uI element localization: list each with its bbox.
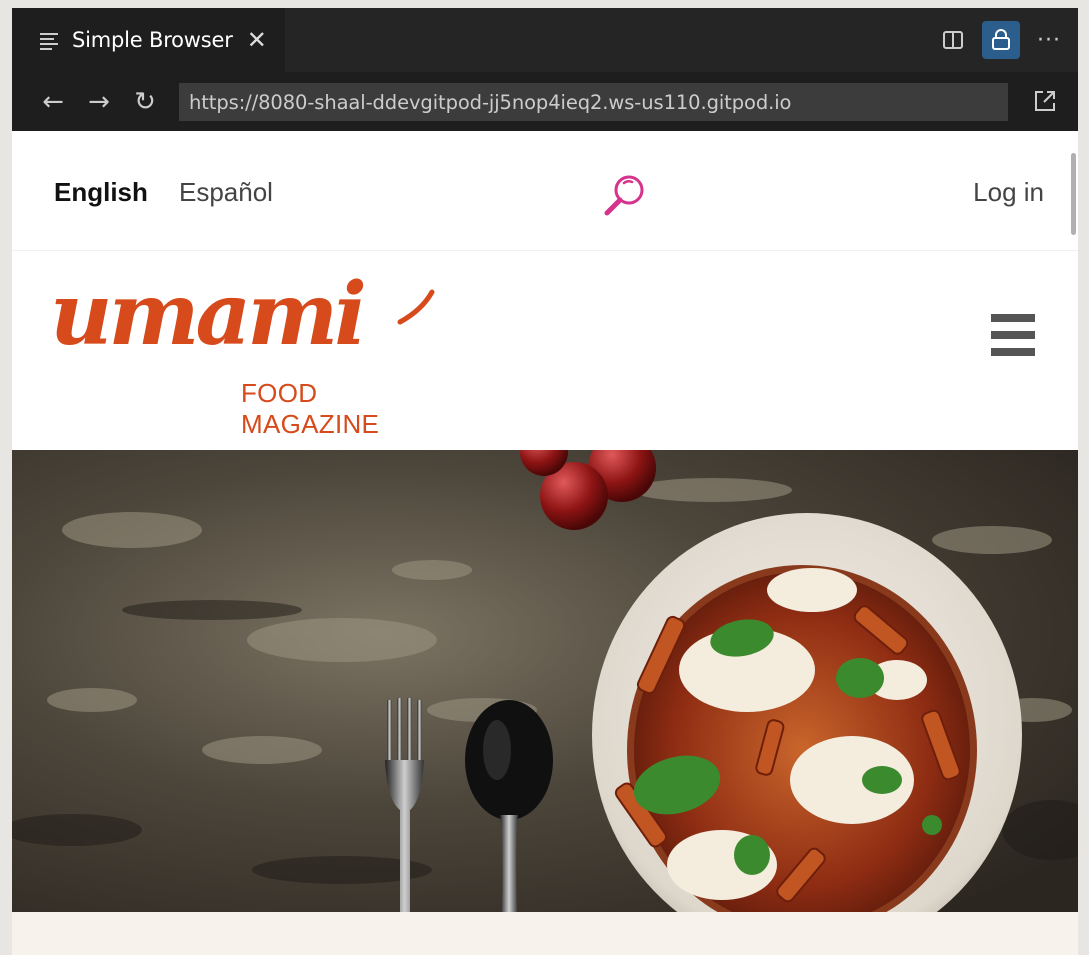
hamburger-bar <box>991 314 1035 322</box>
reload-button[interactable]: ↻ <box>122 82 168 122</box>
umami-logo-script: umami <box>50 264 435 365</box>
editor-actions: ··· <box>934 20 1068 60</box>
menu-button[interactable] <box>991 314 1035 358</box>
browser-nav-bar: ← → ↻ https://8080-shaal-ddevgitpod-jj5n… <box>12 72 1078 131</box>
url-input[interactable]: https://8080-shaal-ddevgitpod-jj5nop4ieq… <box>179 83 1008 121</box>
split-editor-button[interactable] <box>934 21 972 59</box>
open-external-icon <box>1035 91 1055 111</box>
search-icon <box>604 175 644 216</box>
tab-label: Simple Browser <box>72 28 233 52</box>
forward-button[interactable]: → <box>76 82 122 122</box>
hero-image <box>12 450 1078 912</box>
logo-subtitle: FOOD MAGAZINE <box>241 378 380 439</box>
open-in-external-browser-button[interactable] <box>1028 84 1062 118</box>
hamburger-bar <box>991 331 1035 339</box>
language-link-english[interactable]: English <box>54 177 148 208</box>
site-top-bar: English Español Log in <box>12 131 1078 251</box>
site-logo[interactable]: umami FOOD MAGAZINE <box>48 264 438 439</box>
pasta-dish-photo <box>12 450 1078 912</box>
arrow-left-icon: ← <box>42 86 64 117</box>
vscode-window: Simple Browser ✕ ··· ← → ↻ https://8080-… <box>12 8 1078 955</box>
more-icon: ··· <box>1037 27 1061 53</box>
reload-icon: ↻ <box>134 86 156 117</box>
language-link-espanol[interactable]: Español <box>179 177 273 208</box>
web-page-viewport: English Español Log in umami FOOD MAGAZI… <box>12 131 1078 955</box>
site-header: umami FOOD MAGAZINE <box>12 252 1078 450</box>
login-link[interactable]: Log in <box>973 177 1044 208</box>
logo-script-text: umami <box>50 268 363 365</box>
more-actions-button[interactable]: ··· <box>1030 21 1068 59</box>
content-section-start <box>12 912 1078 955</box>
search-button[interactable] <box>597 169 651 223</box>
close-tab-button[interactable]: ✕ <box>247 28 267 52</box>
arrow-right-icon: → <box>88 86 110 117</box>
back-button[interactable]: ← <box>30 82 76 122</box>
hamburger-bar <box>991 348 1035 356</box>
editor-tab-bar: Simple Browser ✕ ··· <box>12 8 1078 72</box>
lock-icon <box>992 29 1010 50</box>
split-editor-icon <box>943 31 963 49</box>
preview-lines-icon <box>40 31 60 50</box>
tab-simple-browser[interactable]: Simple Browser ✕ <box>12 8 285 72</box>
page-scrollbar-thumb[interactable] <box>1071 153 1076 235</box>
lock-group-button[interactable] <box>982 21 1020 59</box>
